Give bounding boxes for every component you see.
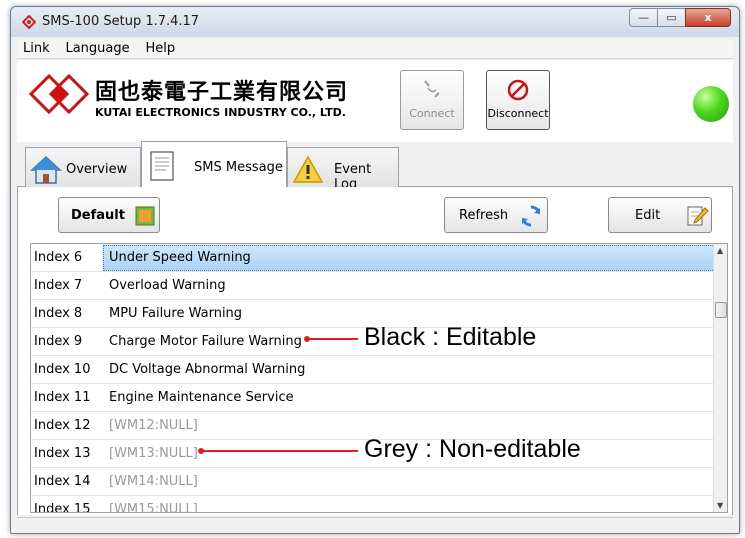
row-index: Index 11 (34, 390, 91, 405)
menu-link[interactable]: Link (17, 39, 56, 56)
row-message[interactable]: Engine Maintenance Service (109, 390, 294, 405)
default-label: Default (71, 208, 125, 223)
row-index: Index 10 (34, 362, 91, 377)
tab-sms-message[interactable]: SMS Message (141, 141, 287, 188)
row-message[interactable]: DC Voltage Abnormal Warning (109, 362, 305, 377)
reset-icon (135, 206, 155, 226)
message-list[interactable]: Index 6 Under Speed Warning Index 7 Over… (30, 243, 728, 513)
row-index: Index 12 (34, 418, 91, 433)
row-index: Index 15 (34, 502, 91, 513)
annotation-editable: Black : Editable (364, 323, 537, 351)
table-row[interactable]: Index 14 [WM14:NULL] (31, 468, 715, 496)
scroll-down-icon[interactable]: ▼ (717, 501, 723, 510)
row-index: Index 13 (34, 446, 91, 461)
row-index: Index 9 (34, 334, 83, 349)
row-message[interactable]: MPU Failure Warning (109, 306, 242, 321)
connection-status-led (693, 86, 729, 122)
row-index: Index 7 (34, 278, 83, 293)
menu-bar: Link Language Help (17, 39, 733, 59)
table-row[interactable]: Index 6 Under Speed Warning (31, 244, 715, 272)
tab-bar: Overview SMS Message Event Log (17, 141, 733, 192)
table-row[interactable]: Index 11 Engine Maintenance Service (31, 384, 715, 412)
row-message[interactable]: Overload Warning (109, 278, 226, 293)
minimize-button[interactable]: — (629, 8, 657, 27)
edit-button[interactable]: Edit (608, 197, 712, 233)
scroll-thumb[interactable] (715, 302, 727, 318)
status-bar (17, 517, 733, 531)
edit-icon (687, 206, 709, 226)
company-name-english: KUTAI ELECTRONICS INDUSTRY CO., LTD. (95, 106, 346, 119)
connect-button[interactable]: Connect (400, 70, 464, 130)
disconnect-button[interactable]: Disconnect (486, 70, 550, 130)
annotation-non-editable: Grey : Non-editable (364, 435, 581, 463)
scroll-up-icon[interactable]: ▲ (717, 246, 723, 255)
company-name-chinese: 固也泰電子工業有限公司 (95, 79, 349, 105)
disconnect-label: Disconnect (487, 107, 549, 120)
window-title: SMS-100 Setup 1.7.4.17 (42, 14, 200, 29)
table-row[interactable]: Index 10 DC Voltage Abnormal Warning (31, 356, 715, 384)
refresh-button[interactable]: Refresh (444, 197, 548, 233)
row-message: [WM15:NULL] (109, 502, 198, 513)
annotation-line-non-editable (202, 450, 358, 452)
company-logo (28, 73, 90, 115)
refresh-icon (521, 205, 541, 227)
table-row[interactable]: Index 7 Overload Warning (31, 272, 715, 300)
row-message[interactable]: Under Speed Warning (109, 250, 251, 265)
row-index: Index 8 (34, 306, 83, 321)
maximize-button[interactable]: ▭ (657, 8, 685, 27)
annotation-line-editable (308, 338, 358, 340)
row-message: [WM14:NULL] (109, 474, 198, 489)
menu-help[interactable]: Help (139, 39, 181, 56)
tab-sms-message-label: SMS Message (194, 160, 283, 175)
document-icon (150, 151, 174, 181)
house-icon (30, 155, 62, 184)
table-row[interactable]: Index 15 [WM15:NULL] (31, 496, 715, 513)
disconnect-icon (507, 79, 529, 101)
row-message: [WM13:NULL] (109, 446, 198, 461)
header-panel: 固也泰電子工業有限公司 KUTAI ELECTRONICS INDUSTRY C… (17, 60, 733, 142)
app-logo-icon (22, 15, 36, 29)
tab-overview[interactable]: Overview (25, 147, 141, 187)
tab-event-log[interactable]: Event Log (287, 147, 399, 192)
plug-icon (424, 80, 440, 98)
row-message[interactable]: Charge Motor Failure Warning (109, 334, 302, 349)
close-button[interactable]: x (685, 8, 731, 27)
row-index: Index 6 (34, 250, 83, 265)
refresh-label: Refresh (459, 208, 509, 223)
row-index: Index 14 (34, 474, 91, 489)
warning-icon (292, 155, 324, 183)
connect-label: Connect (409, 107, 455, 120)
row-message: [WM12:NULL] (109, 418, 198, 433)
default-button[interactable]: Default (58, 197, 160, 233)
edit-label: Edit (635, 208, 661, 223)
list-scrollbar[interactable]: ▲ ▼ (713, 244, 727, 512)
title-bar[interactable]: SMS-100 Setup 1.7.4.17 — ▭ x (11, 7, 739, 37)
tab-overview-label: Overview (66, 162, 128, 177)
menu-language[interactable]: Language (59, 39, 135, 56)
